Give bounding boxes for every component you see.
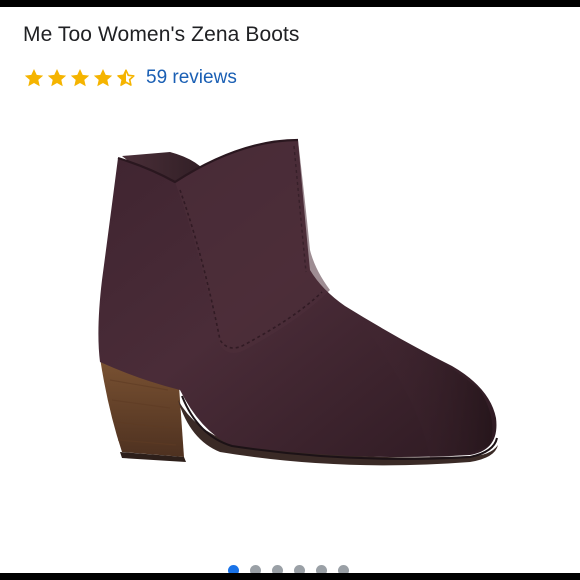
bottom-bar bbox=[0, 573, 580, 580]
star-icon bbox=[47, 69, 67, 87]
star-icon bbox=[70, 69, 90, 87]
reviews-link[interactable]: 59 reviews bbox=[146, 67, 237, 89]
top-status-bar bbox=[0, 0, 580, 7]
product-title: Me Too Women's Zena Boots bbox=[23, 23, 300, 46]
star-half-icon bbox=[116, 69, 135, 87]
star-rating bbox=[23, 67, 138, 89]
rating-row[interactable]: 59 reviews bbox=[23, 64, 237, 92]
star-icon bbox=[24, 69, 44, 87]
product-image[interactable] bbox=[0, 100, 580, 565]
star-icon bbox=[93, 69, 113, 87]
